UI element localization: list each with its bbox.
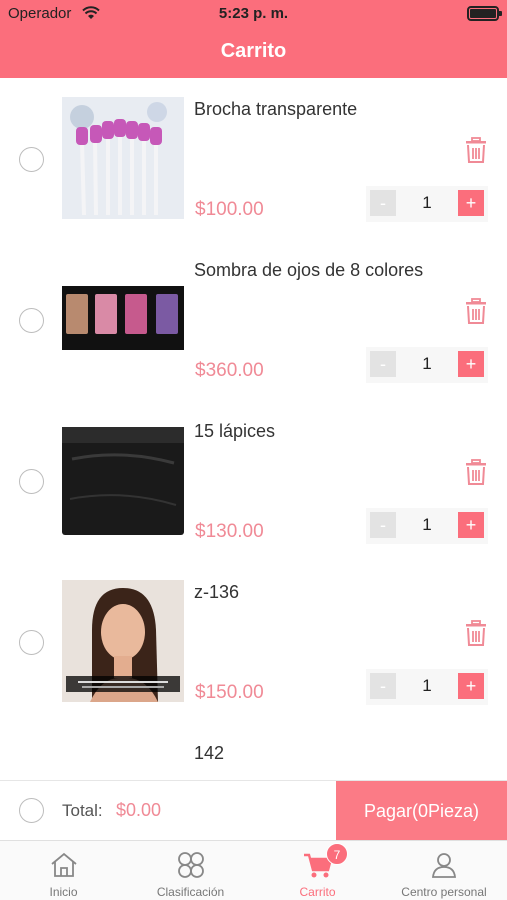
product-image-portrait[interactable] xyxy=(62,580,184,702)
total-value: $0.00 xyxy=(116,800,162,820)
quantity-value: 1 xyxy=(422,354,432,373)
quantity-stepper: - 1 + xyxy=(366,186,488,222)
decrease-button[interactable]: - xyxy=(370,512,396,538)
total-label: Total: xyxy=(62,801,103,820)
select-item-radio[interactable] xyxy=(19,469,44,494)
cart-item: z-136 $150.00 - 1 + xyxy=(0,561,507,722)
tab-clasificacion[interactable]: Clasificación xyxy=(127,841,254,900)
product-image-brushes[interactable] xyxy=(62,97,184,219)
cart-item: Brocha transparente $100.00 - 1 + xyxy=(0,78,507,239)
trash-icon[interactable] xyxy=(464,298,488,324)
product-image-eyeshadow[interactable] xyxy=(62,258,184,380)
status-bar: Operador 5:23 p. m. xyxy=(0,0,507,28)
cart-count-badge: 7 xyxy=(326,843,348,865)
increase-button[interactable]: + xyxy=(458,673,484,699)
tab-bar: Inicio Clasificación 7 Carrito Centro pe… xyxy=(0,840,507,900)
product-name[interactable]: Sombra de ojos de 8 colores xyxy=(194,260,423,281)
select-item-radio[interactable] xyxy=(19,147,44,172)
quantity-value: 1 xyxy=(422,515,432,534)
pay-button[interactable]: Pagar(0Pieza) xyxy=(336,781,507,841)
product-price: $150.00 xyxy=(195,682,264,703)
tab-carrito[interactable]: 7 Carrito xyxy=(254,841,381,900)
product-price: $130.00 xyxy=(195,521,264,542)
increase-button[interactable]: + xyxy=(458,351,484,377)
person-icon xyxy=(432,853,456,878)
quantity-value: 1 xyxy=(422,676,432,695)
tab-label: Centro personal xyxy=(401,885,487,899)
trash-icon[interactable] xyxy=(464,137,488,163)
product-name[interactable]: Brocha transparente xyxy=(194,99,357,120)
cart-item: Sombra de ojos de 8 colores $360.00 - 1 … xyxy=(0,239,507,400)
product-name[interactable]: 142 xyxy=(194,743,224,764)
trash-icon[interactable] xyxy=(464,620,488,646)
cart-list[interactable]: Brocha transparente $100.00 - 1 + Sombra… xyxy=(0,78,507,780)
product-name[interactable]: z-136 xyxy=(194,582,239,603)
product-name[interactable]: 15 lápices xyxy=(194,421,275,442)
decrease-button[interactable]: - xyxy=(370,351,396,377)
home-icon xyxy=(50,852,77,877)
tab-label: Clasificación xyxy=(156,885,225,899)
tab-label: Carrito xyxy=(299,885,336,899)
clock: 5:23 p. m. xyxy=(218,5,289,22)
product-image-pencil-case[interactable] xyxy=(62,419,184,541)
product-price: $100.00 xyxy=(195,199,264,220)
cart-item: 142 xyxy=(0,722,507,780)
category-icon xyxy=(177,852,204,878)
increase-button[interactable]: + xyxy=(458,512,484,538)
page-title: Carrito xyxy=(220,40,287,62)
decrease-button[interactable]: - xyxy=(370,673,396,699)
trash-icon[interactable] xyxy=(464,459,488,485)
tab-inicio[interactable]: Inicio xyxy=(0,841,127,900)
decrease-button[interactable]: - xyxy=(370,190,396,216)
quantity-stepper: - 1 + xyxy=(366,669,488,705)
tab-label: Inicio xyxy=(49,885,78,899)
cart-item: 15 lápices $130.00 - 1 + xyxy=(0,400,507,561)
product-price: $360.00 xyxy=(195,360,264,381)
battery-icon xyxy=(467,6,502,21)
select-item-radio[interactable] xyxy=(19,630,44,655)
nav-bar: Carrito xyxy=(0,28,507,78)
increase-button[interactable]: + xyxy=(458,190,484,216)
select-all-radio[interactable] xyxy=(19,798,44,823)
product-image-lipstick[interactable] xyxy=(62,741,184,780)
checkout-bar: Total: $0.00 Pagar(0Pieza) xyxy=(0,780,507,841)
tab-centro-personal[interactable]: Centro personal xyxy=(381,841,507,900)
quantity-stepper: - 1 + xyxy=(366,347,488,383)
quantity-value: 1 xyxy=(422,193,432,212)
quantity-stepper: - 1 + xyxy=(366,508,488,544)
select-item-radio[interactable] xyxy=(19,308,44,333)
